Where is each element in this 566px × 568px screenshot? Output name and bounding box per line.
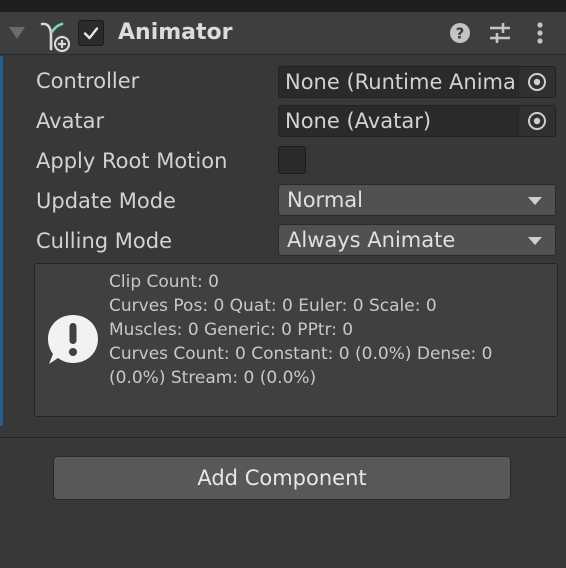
culling-mode-dropdown[interactable]: Always Animate bbox=[278, 224, 556, 256]
info-line: Muscles: 0 Generic: 0 PPtr: 0 bbox=[109, 320, 354, 340]
info-exclamation-icon bbox=[48, 315, 98, 364]
foldout-triangle-icon[interactable] bbox=[8, 25, 26, 41]
animator-component-icon bbox=[40, 22, 71, 53]
object-picker-icon bbox=[528, 112, 546, 130]
avatar-field[interactable]: None (Avatar) bbox=[278, 105, 556, 137]
add-component-button[interactable]: Add Component bbox=[53, 456, 511, 500]
component-title: Animator bbox=[118, 20, 233, 45]
apply-root-motion-checkbox[interactable] bbox=[278, 146, 306, 174]
info-line: Clip Count: 0 bbox=[109, 272, 219, 292]
presets-icon[interactable] bbox=[488, 21, 512, 45]
more-vert-icon[interactable] bbox=[528, 21, 552, 45]
chevron-down-icon bbox=[528, 197, 542, 205]
controller-object-picker[interactable] bbox=[518, 67, 555, 97]
avatar-value: None (Avatar) bbox=[285, 109, 432, 133]
enable-checkbox[interactable] bbox=[78, 20, 104, 46]
controller-label: Controller bbox=[36, 69, 140, 93]
avatar-object-picker[interactable] bbox=[518, 106, 555, 136]
culling-mode-value: Always Animate bbox=[287, 228, 456, 252]
controller-value: None (Runtime Animator Controller) bbox=[285, 70, 515, 94]
selection-accent-line bbox=[0, 56, 3, 426]
component-divider bbox=[0, 437, 566, 438]
animator-info-box: Clip Count: 0 Curves Pos: 0 Quat: 0 Eule… bbox=[34, 263, 558, 417]
inspector-panel: Animator ? Controller None (Runtime Anim… bbox=[0, 0, 566, 568]
object-picker-icon bbox=[528, 73, 546, 91]
update-mode-label: Update Mode bbox=[36, 189, 176, 213]
checkmark-icon bbox=[83, 27, 99, 40]
avatar-label: Avatar bbox=[36, 109, 105, 133]
svg-text:?: ? bbox=[456, 25, 465, 43]
info-text: Clip Count: 0 Curves Pos: 0 Quat: 0 Eule… bbox=[109, 270, 549, 390]
component-header[interactable]: Animator ? bbox=[0, 12, 566, 55]
update-mode-value: Normal bbox=[287, 188, 363, 212]
chevron-down-icon bbox=[528, 237, 542, 245]
culling-mode-label: Culling Mode bbox=[36, 229, 173, 253]
help-icon[interactable]: ? bbox=[448, 21, 472, 45]
controller-field[interactable]: None (Runtime Animator Controller) bbox=[278, 66, 556, 98]
apply-root-motion-label: Apply Root Motion bbox=[36, 149, 228, 173]
update-mode-dropdown[interactable]: Normal bbox=[278, 184, 556, 216]
info-line: Curves Count: 0 Constant: 0 (0.0%) Dense… bbox=[109, 344, 493, 364]
info-line: (0.0%) Stream: 0 (0.0%) bbox=[109, 368, 317, 388]
top-strip bbox=[0, 0, 566, 12]
info-line: Curves Pos: 0 Quat: 0 Euler: 0 Scale: 0 bbox=[109, 296, 437, 316]
